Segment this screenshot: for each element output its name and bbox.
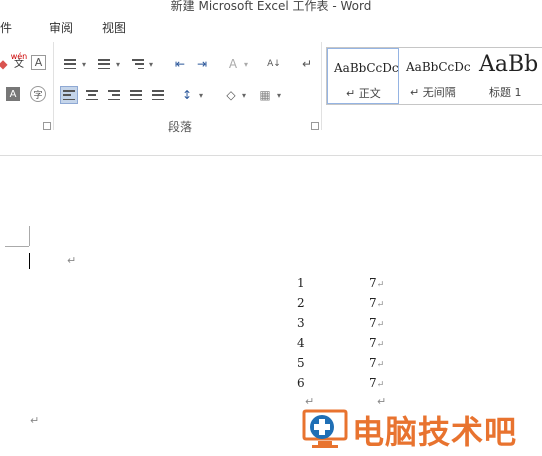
- paragraph-mark-icon: ↵: [30, 414, 40, 427]
- styles-gallery: AaBbCcDc ↵ 正文 AaBbCcDc ↵ 无间隔 AaBb 标题 1: [326, 47, 542, 105]
- style-name: ↵ 无间隔: [410, 84, 456, 100]
- sort-icon[interactable]: A↓: [265, 55, 283, 73]
- window-title: 新建 Microsoft Excel 工作表 - Word: [170, 0, 372, 13]
- ribbon-tabs: 邮件 审阅 视图: [0, 16, 542, 38]
- cell-text: 3: [297, 316, 305, 330]
- cell-mark-icon: ↵: [376, 380, 385, 390]
- tab-view[interactable]: 视图: [102, 19, 126, 36]
- cell-mark-icon: ↵: [376, 320, 385, 330]
- multilevel-list-icon[interactable]: [129, 55, 147, 73]
- style-sample: AaBb: [479, 52, 539, 77]
- style-normal[interactable]: AaBbCcDc ↵ 正文: [327, 48, 399, 104]
- watermark-monitor-icon: [302, 409, 348, 448]
- numbering-dropdown-icon[interactable]: ▾: [116, 60, 120, 69]
- group-separator: [53, 42, 54, 130]
- margin-corner-mark: [5, 246, 29, 247]
- decrease-indent-icon[interactable]: ⇤: [171, 55, 189, 73]
- distributed-button[interactable]: [149, 86, 167, 104]
- cell-text: 5: [297, 356, 305, 370]
- increase-indent-icon[interactable]: ⇥: [193, 55, 211, 73]
- borders-icon[interactable]: ▦: [256, 86, 274, 104]
- paragraph-group-label: 段落: [168, 120, 193, 134]
- cell-text: 7: [369, 336, 377, 350]
- align-right-button[interactable]: [105, 86, 123, 104]
- paragraph-mark-icon: ↵: [67, 254, 77, 267]
- cell-text: 6: [297, 376, 305, 390]
- table-cell[interactable]: 7↵: [369, 316, 384, 330]
- watermark-logo: 电脑技术吧: [300, 405, 542, 453]
- paragraph-mark-icon: ↵: [410, 86, 420, 99]
- asian-layout-dropdown-icon[interactable]: ▾: [244, 60, 248, 69]
- shading-dropdown-icon[interactable]: ▾: [242, 91, 246, 100]
- cell-mark-icon: ↵: [376, 300, 385, 310]
- cell-mark-icon: ↵: [376, 340, 385, 350]
- style-no-spacing[interactable]: AaBbCcDc ↵ 无间隔: [400, 48, 472, 104]
- table-cell[interactable]: 7↵: [369, 296, 384, 310]
- line-spacing-icon[interactable]: ↕: [178, 86, 196, 104]
- cell-text: 1: [297, 276, 305, 290]
- table-cell[interactable]: 5: [297, 356, 305, 370]
- tab-mailings[interactable]: 邮件: [0, 19, 12, 36]
- style-name: 标题 1: [489, 86, 522, 99]
- ribbon: ◆ wén 文 A A 字 ▾ ▾ ▾ ⇤ ⇥ A ▾ A↓ ↵ ↕ ▾ ◇ ▾…: [0, 38, 542, 139]
- borders-dropdown-icon[interactable]: ▾: [277, 91, 281, 100]
- ruler-strip: [0, 138, 542, 156]
- cell-text: 7: [369, 276, 377, 290]
- table-cell[interactable]: 7↵: [369, 336, 384, 350]
- text-cursor: [29, 253, 30, 269]
- show-marks-icon[interactable]: ↵: [298, 55, 316, 73]
- paragraph-dialog-launcher-icon[interactable]: [311, 122, 319, 130]
- justify-button[interactable]: [127, 86, 145, 104]
- cell-text: 4: [297, 336, 305, 350]
- paragraph-mark-icon: ↵: [346, 87, 356, 100]
- table-cell[interactable]: 7↵: [369, 376, 384, 390]
- title-bar: 新建 Microsoft Excel 工作表 - Word: [0, 0, 542, 14]
- table-cell[interactable]: 7↵: [369, 276, 384, 290]
- phonetic-guide-bottom: 文: [14, 59, 24, 70]
- table-cell[interactable]: 4: [297, 336, 305, 350]
- asian-layout-icon[interactable]: A: [224, 55, 242, 73]
- bullets-icon[interactable]: [61, 55, 79, 73]
- style-sample: AaBbCcDc: [406, 60, 471, 74]
- watermark-text: 电脑技术吧: [352, 413, 518, 451]
- cell-text: 7: [369, 376, 377, 390]
- style-name: ↵ 正文: [346, 85, 381, 101]
- group-separator: [321, 42, 322, 130]
- style-name-text: 正文: [358, 87, 381, 100]
- table-cell[interactable]: 7↵: [369, 356, 384, 370]
- line-spacing-dropdown-icon[interactable]: ▾: [199, 91, 203, 100]
- table-cell[interactable]: 3: [297, 316, 305, 330]
- table-cell[interactable]: 1: [297, 276, 305, 290]
- align-center-button[interactable]: [83, 86, 101, 104]
- margin-corner-mark: [29, 226, 30, 246]
- style-name-text: 无间隔: [422, 86, 456, 99]
- tab-review[interactable]: 审阅: [49, 19, 73, 36]
- numbering-icon[interactable]: [95, 55, 113, 73]
- cell-text: 7: [369, 356, 377, 370]
- style-heading-1[interactable]: AaBb 标题 1: [473, 48, 542, 104]
- multilevel-dropdown-icon[interactable]: ▾: [149, 60, 153, 69]
- phonetic-guide-button[interactable]: wén 文: [10, 52, 28, 70]
- table-cell[interactable]: 6: [297, 376, 305, 390]
- cell-text: 2: [297, 296, 305, 310]
- cell-mark-icon: ↵: [376, 280, 385, 290]
- align-left-button[interactable]: [60, 86, 78, 104]
- font-dialog-launcher-icon[interactable]: [43, 122, 51, 130]
- cell-text: 7: [369, 316, 377, 330]
- table-cell[interactable]: 2: [297, 296, 305, 310]
- char-shading-icon[interactable]: A: [6, 87, 20, 101]
- bullets-dropdown-icon[interactable]: ▾: [82, 60, 86, 69]
- char-border-button[interactable]: A: [31, 55, 46, 70]
- enclose-char-button[interactable]: 字: [30, 86, 46, 102]
- cell-text: 7: [369, 296, 377, 310]
- style-sample: AaBbCcDc: [334, 61, 399, 75]
- cell-mark-icon: ↵: [376, 360, 385, 370]
- shading-icon[interactable]: ◇: [222, 86, 240, 104]
